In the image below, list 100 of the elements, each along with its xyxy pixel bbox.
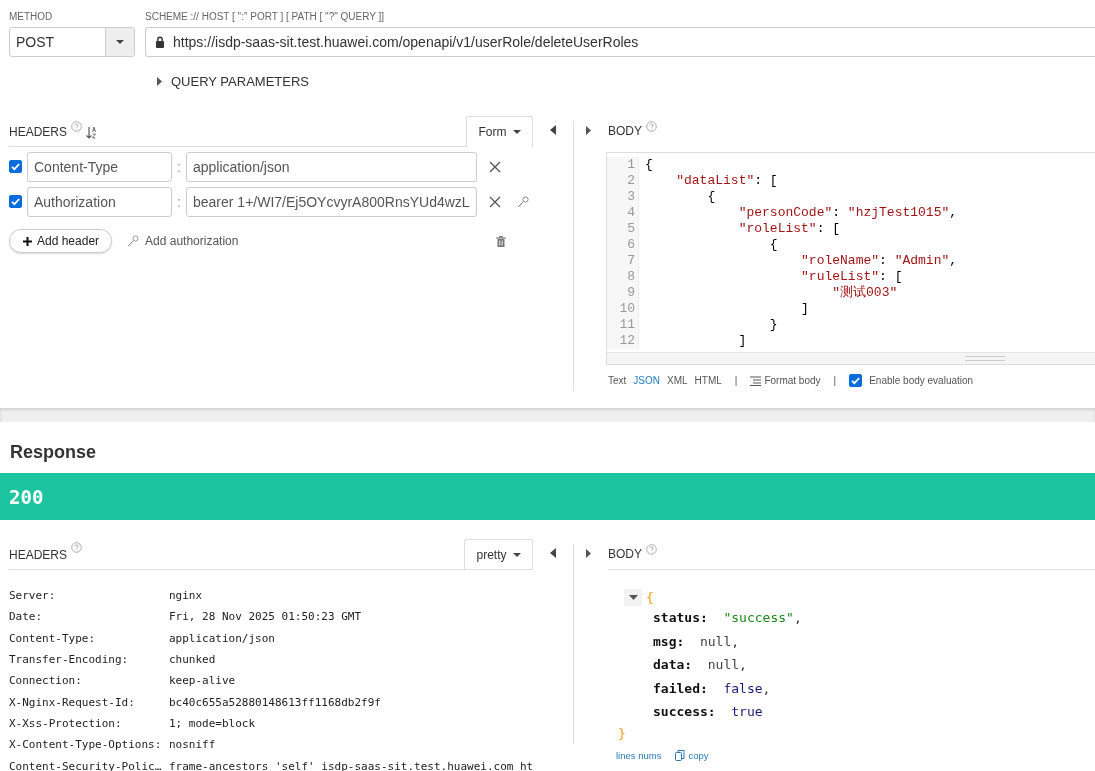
- divider: |: [734, 375, 738, 386]
- format-option[interactable]: XML: [667, 375, 688, 386]
- key-icon: [127, 235, 140, 247]
- close-icon[interactable]: [489, 195, 501, 208]
- help-icon: [646, 121, 657, 132]
- collapse-arrow-icon[interactable]: [550, 548, 556, 558]
- json-field: success: true: [628, 700, 1095, 724]
- section-title: HEADERS: [9, 125, 67, 141]
- json-field: status: "success",: [628, 606, 1095, 630]
- header-name-field[interactable]: Content-Type: [27, 151, 172, 182]
- header-value: 1; mode=block: [169, 716, 256, 730]
- code-line: ]: [737, 333, 747, 349]
- format-lines-icon: [750, 375, 762, 386]
- divider: |: [833, 375, 837, 386]
- format-option[interactable]: HTML: [694, 375, 722, 386]
- expand-arrow-icon[interactable]: [586, 126, 591, 135]
- line-number: 12: [607, 333, 639, 349]
- copy-icon[interactable]: [675, 749, 686, 761]
- code-line: "测试003": [831, 285, 898, 301]
- collapse-arrow-icon[interactable]: [550, 125, 556, 135]
- line-number: 2: [607, 173, 639, 189]
- scrollbar[interactable]: [607, 352, 1095, 364]
- caret-icon: [116, 40, 124, 44]
- header-name: Transfer-Encoding:: [9, 653, 130, 667]
- line-number: 3: [607, 189, 639, 205]
- header-name: X-Nginx-Request-Id:: [9, 695, 136, 709]
- line-number: 8: [607, 269, 639, 285]
- brace: {: [646, 590, 654, 605]
- header-value-field[interactable]: bearer 1+/WI7/Ej5OYcvyrA800RnsYUd4wzL: [186, 186, 477, 217]
- line-number: 7: [607, 253, 639, 269]
- response-title: Response: [9, 441, 98, 464]
- header-value: frame-ancestors 'self' isdp-saas-sit.test.huawei.com ht: [169, 759, 534, 771]
- header-name-field[interactable]: Authorization: [27, 186, 172, 217]
- url-field[interactable]: https://isdp-saas-sit.test.huawei.com/openapi/v1/userRole/deleteUserRoles: [145, 27, 1095, 57]
- header-value: keep-alive: [169, 674, 236, 688]
- expand-arrow-icon[interactable]: [157, 77, 162, 86]
- help-icon: [71, 121, 82, 132]
- code-line: {: [706, 189, 716, 205]
- header-name: Connection:: [9, 674, 83, 688]
- line-number: 10: [607, 301, 639, 317]
- brace: }: [618, 725, 627, 741]
- header-name: X-Content-Type-Options:: [9, 738, 163, 752]
- help-icon: [71, 542, 82, 553]
- code-line: "ruleList": [: [800, 269, 903, 285]
- trash-icon[interactable]: [496, 235, 507, 247]
- line-number: 9: [607, 285, 639, 301]
- header-value: application/json: [169, 631, 275, 645]
- add-authorization-link[interactable]: Add authorization: [145, 234, 239, 248]
- caret-icon: [512, 130, 521, 134]
- section-title: BODY: [608, 546, 642, 561]
- code-editor[interactable]: 1 { 2 "dataList": [ 3 { 4 "personCode": "hzjTest1015", 5 "roleList": [ 6 { 7 "roleName": "Admin", 8 "ruleList": [ 9 "测试003" 10 ] 11 } 12 ]: [606, 152, 1095, 365]
- help-icon: [646, 544, 657, 555]
- collapse-caret-icon: [628, 595, 638, 600]
- separator: :: [176, 193, 182, 210]
- expand-arrow-icon[interactable]: [586, 549, 591, 558]
- header-value: chunked: [169, 653, 216, 667]
- header-value: Fri, 28 Nov 2025 01:50:23 GMT: [169, 610, 362, 624]
- format-option[interactable]: Text: [608, 375, 627, 386]
- code-line: {: [644, 157, 653, 173]
- plus-icon: [23, 236, 32, 246]
- add-header-button[interactable]: Add header: [9, 229, 113, 253]
- method-select[interactable]: POST: [9, 27, 135, 57]
- header-value: nosniff: [169, 738, 216, 752]
- method-label: METHOD: [9, 11, 54, 22]
- header-value-field[interactable]: application/json: [186, 151, 477, 182]
- mode-dropdown[interactable]: Form: [466, 116, 533, 147]
- checkbox[interactable]: [849, 374, 863, 387]
- code-line: {: [768, 237, 778, 253]
- checkbox[interactable]: [9, 160, 22, 173]
- header-name: Date:: [9, 610, 44, 624]
- format-body-button[interactable]: Format body: [764, 375, 821, 386]
- status-bar: 200: [0, 473, 1095, 520]
- url-label: SCHEME :// HOST [ ":" PORT ] [ PATH [ "?" QUERY ]]: [145, 11, 386, 22]
- header-name: Server:: [9, 589, 57, 603]
- query-parameters-toggle[interactable]: QUERY PARAMETERS: [171, 74, 309, 89]
- line-number: 1: [607, 157, 639, 173]
- header-name: X-Xss-Protection:: [9, 716, 123, 730]
- mode-dropdown[interactable]: pretty: [464, 539, 533, 570]
- line-number: 4: [607, 205, 639, 221]
- code-line: "personCode": "hzjTest1015",: [737, 205, 958, 221]
- checkbox[interactable]: [9, 195, 22, 208]
- copy-link[interactable]: copy: [688, 749, 709, 761]
- separator: :: [176, 158, 182, 175]
- code-line: }: [768, 317, 778, 333]
- header-name: Content-Security-Polic…: [9, 759, 163, 771]
- line-numbers-link[interactable]: lines nums: [616, 749, 662, 761]
- json-field: data: null,: [628, 653, 1095, 677]
- header-value: nginx: [169, 589, 203, 603]
- checkbox-label: Enable body evaluation: [869, 375, 974, 386]
- caret-icon: [512, 553, 521, 557]
- format-option[interactable]: JSON: [633, 375, 660, 386]
- section-title: BODY: [608, 123, 642, 138]
- section-title: HEADERS: [9, 548, 67, 564]
- sort-icon[interactable]: [86, 126, 97, 139]
- line-number: 5: [607, 221, 639, 237]
- header-value: bc40c655a52880148613ff1168db2f9f: [169, 695, 381, 709]
- close-icon[interactable]: [489, 160, 501, 173]
- code-line: "roleList": [: [737, 221, 841, 237]
- toggle-button[interactable]: [624, 589, 642, 606]
- code-line: "roleName": "Admin",: [800, 253, 958, 269]
